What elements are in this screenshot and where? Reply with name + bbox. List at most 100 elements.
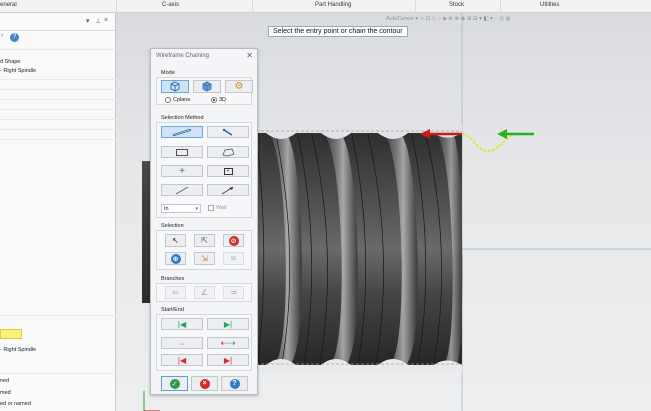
skip-end-back-icon: |◀ (177, 355, 187, 365)
select-previous-button[interactable]: ⇱ (194, 234, 215, 247)
chained-contour-highlight (461, 133, 528, 153)
chevron-down-icon: ▾ (195, 206, 198, 212)
unselect-all-button[interactable]: ⊘ (223, 234, 244, 247)
branch-back-button[interactable]: ⇐ (165, 286, 186, 299)
branch-left-icon: ⇐ (172, 288, 179, 297)
reverse-button[interactable]: ≋ (223, 252, 244, 265)
tree-item[interactable]: ned (0, 378, 9, 384)
ribbon-divider (116, 0, 117, 13)
chain-link-icon (172, 128, 192, 136)
tree-item[interactable]: - Right Spindle (0, 347, 36, 353)
cplane-radio[interactable]: Cplane (165, 97, 190, 103)
move-end-forward-button[interactable]: ▶| (207, 354, 249, 366)
panel-divider (0, 315, 116, 316)
window-type-select[interactable]: In ▾ (161, 204, 201, 213)
close-icon[interactable]: ✕ (246, 49, 253, 63)
ribbon-tab-bar: eneral C-axis Part Handling Stock Utilit… (0, 0, 651, 13)
ribbon-tab-c-axis[interactable]: C-axis (162, 2, 179, 8)
dock-arrow-icon[interactable]: › (1, 33, 3, 39)
branch-right-icon: ⇒ (230, 288, 237, 297)
branches-label: Branches (161, 276, 185, 282)
pin-icon[interactable]: ⊥ (95, 17, 101, 25)
globe-icon: ⊕ (170, 253, 181, 264)
plus-icon: + (179, 165, 185, 177)
panel-divider (0, 129, 116, 130)
graphics-viewport[interactable]: AutoCursor ▾ ⊹ ⊡ ◇ ○ ◈ ⊕ ⊗ ◉ ⊞ ⊟ ▾ ◧ ▾ ◌… (116, 13, 651, 411)
panel-divider (0, 109, 116, 110)
reverse-arrows-icon: ⇠⇢ (220, 337, 236, 348)
select-last-button[interactable]: ↖ (165, 234, 186, 247)
options-mode-button[interactable]: ⚙ (225, 80, 253, 93)
chevrons-icon: ≋ (230, 254, 237, 263)
ok-button[interactable]: ✓ (161, 376, 188, 391)
help-icon: ? (229, 378, 240, 389)
mode-label: Mode (161, 70, 175, 76)
panel-divider (0, 49, 116, 50)
move-start-back-button[interactable]: |◀ (161, 318, 203, 330)
window-method-button[interactable] (161, 146, 203, 158)
check-icon: ✓ (169, 378, 180, 389)
panel-divider (0, 79, 116, 80)
cursor-arrow-icon: ↖ (172, 236, 179, 245)
dynamic-point-icon: ⇔ (178, 338, 186, 348)
cancel-button[interactable]: × (191, 376, 218, 391)
selection-method-label: Selection Method (161, 115, 204, 121)
green-arrowhead (497, 129, 507, 139)
help-button[interactable]: ? (221, 376, 248, 391)
select-by-feature-button[interactable]: ⊕ (165, 252, 186, 265)
polygon-select-icon (222, 148, 235, 156)
point-method-button[interactable]: + (161, 165, 203, 177)
close-icon[interactable]: × (104, 17, 108, 24)
reverse-direction-button[interactable]: ⇠⇢ (207, 337, 249, 349)
wireframe-mode-button[interactable] (161, 80, 189, 93)
ribbon-tab-general[interactable]: eneral (0, 2, 17, 8)
ribbon-tab-stock[interactable]: Stock (449, 2, 464, 8)
move-end-back-button[interactable]: |◀ (161, 354, 203, 366)
branch-angle-icon: ∠ (200, 288, 209, 297)
select-end-button[interactable]: ⇲ (194, 252, 215, 265)
highlighted-field[interactable] (0, 329, 22, 339)
gear-icon: ⚙ (234, 81, 244, 92)
wireframe-chaining-dialog: Wireframe Chaining ✕ Mode ⚙ Cplane 3D Se… (150, 48, 258, 395)
ribbon-tab-utilities[interactable]: Utilities (540, 2, 559, 8)
vector-method-button[interactable] (161, 184, 203, 196)
solids-mode-button[interactable] (193, 80, 221, 93)
branch-angle-button[interactable]: ∠ (194, 286, 215, 299)
branch-forward-button[interactable]: ⇒ (223, 286, 244, 299)
panel-header: ▾ ⊥ × (0, 13, 115, 31)
wait-checkbox[interactable]: Wait (208, 205, 227, 211)
tree-item[interactable]: - Right Spindle (0, 68, 36, 74)
panel-divider (0, 99, 116, 100)
selection-label: Selection (161, 223, 184, 229)
skip-forward-icon: ▶| (223, 319, 233, 329)
area-method-button[interactable]: + (207, 165, 249, 177)
window-select-icon (176, 148, 188, 156)
3d-radio[interactable]: 3D (211, 97, 226, 103)
no-entry-icon: ⊘ (228, 235, 239, 246)
cursor-plus-icon: ⇲ (201, 254, 208, 263)
partial-method-button[interactable] (207, 184, 249, 196)
panel-divider (0, 119, 116, 120)
toolpaths-manager-panel: ▾ ⊥ × › ? d Shape - Right Spindle - Righ… (0, 13, 116, 411)
tree-item[interactable]: ed or named (0, 401, 31, 407)
tree-item[interactable]: d Shape (0, 59, 21, 65)
solid-cube-icon (202, 81, 212, 92)
dynamic-start-button[interactable]: ⇔ (161, 337, 203, 349)
cursor-group-icon: ⇱ (201, 236, 208, 245)
start-end-label: Start/End (161, 307, 184, 313)
panel-divider (0, 139, 116, 140)
panel-divider (0, 89, 116, 90)
single-method-button[interactable] (207, 126, 249, 138)
partial-arrow-icon (221, 186, 234, 194)
single-entity-icon (222, 128, 233, 136)
move-start-forward-button[interactable]: ▶| (207, 318, 249, 330)
chevron-down-icon[interactable]: ▾ (86, 17, 90, 25)
vector-line-icon (175, 186, 189, 194)
ribbon-divider (252, 0, 253, 13)
ribbon-tab-part-handling[interactable]: Part Handling (315, 2, 351, 8)
chain-method-button[interactable] (161, 126, 203, 138)
tree-item[interactable]: med (0, 390, 11, 396)
ribbon-divider (500, 0, 501, 13)
polygon-method-button[interactable] (207, 146, 249, 158)
help-icon[interactable]: ? (10, 33, 19, 42)
